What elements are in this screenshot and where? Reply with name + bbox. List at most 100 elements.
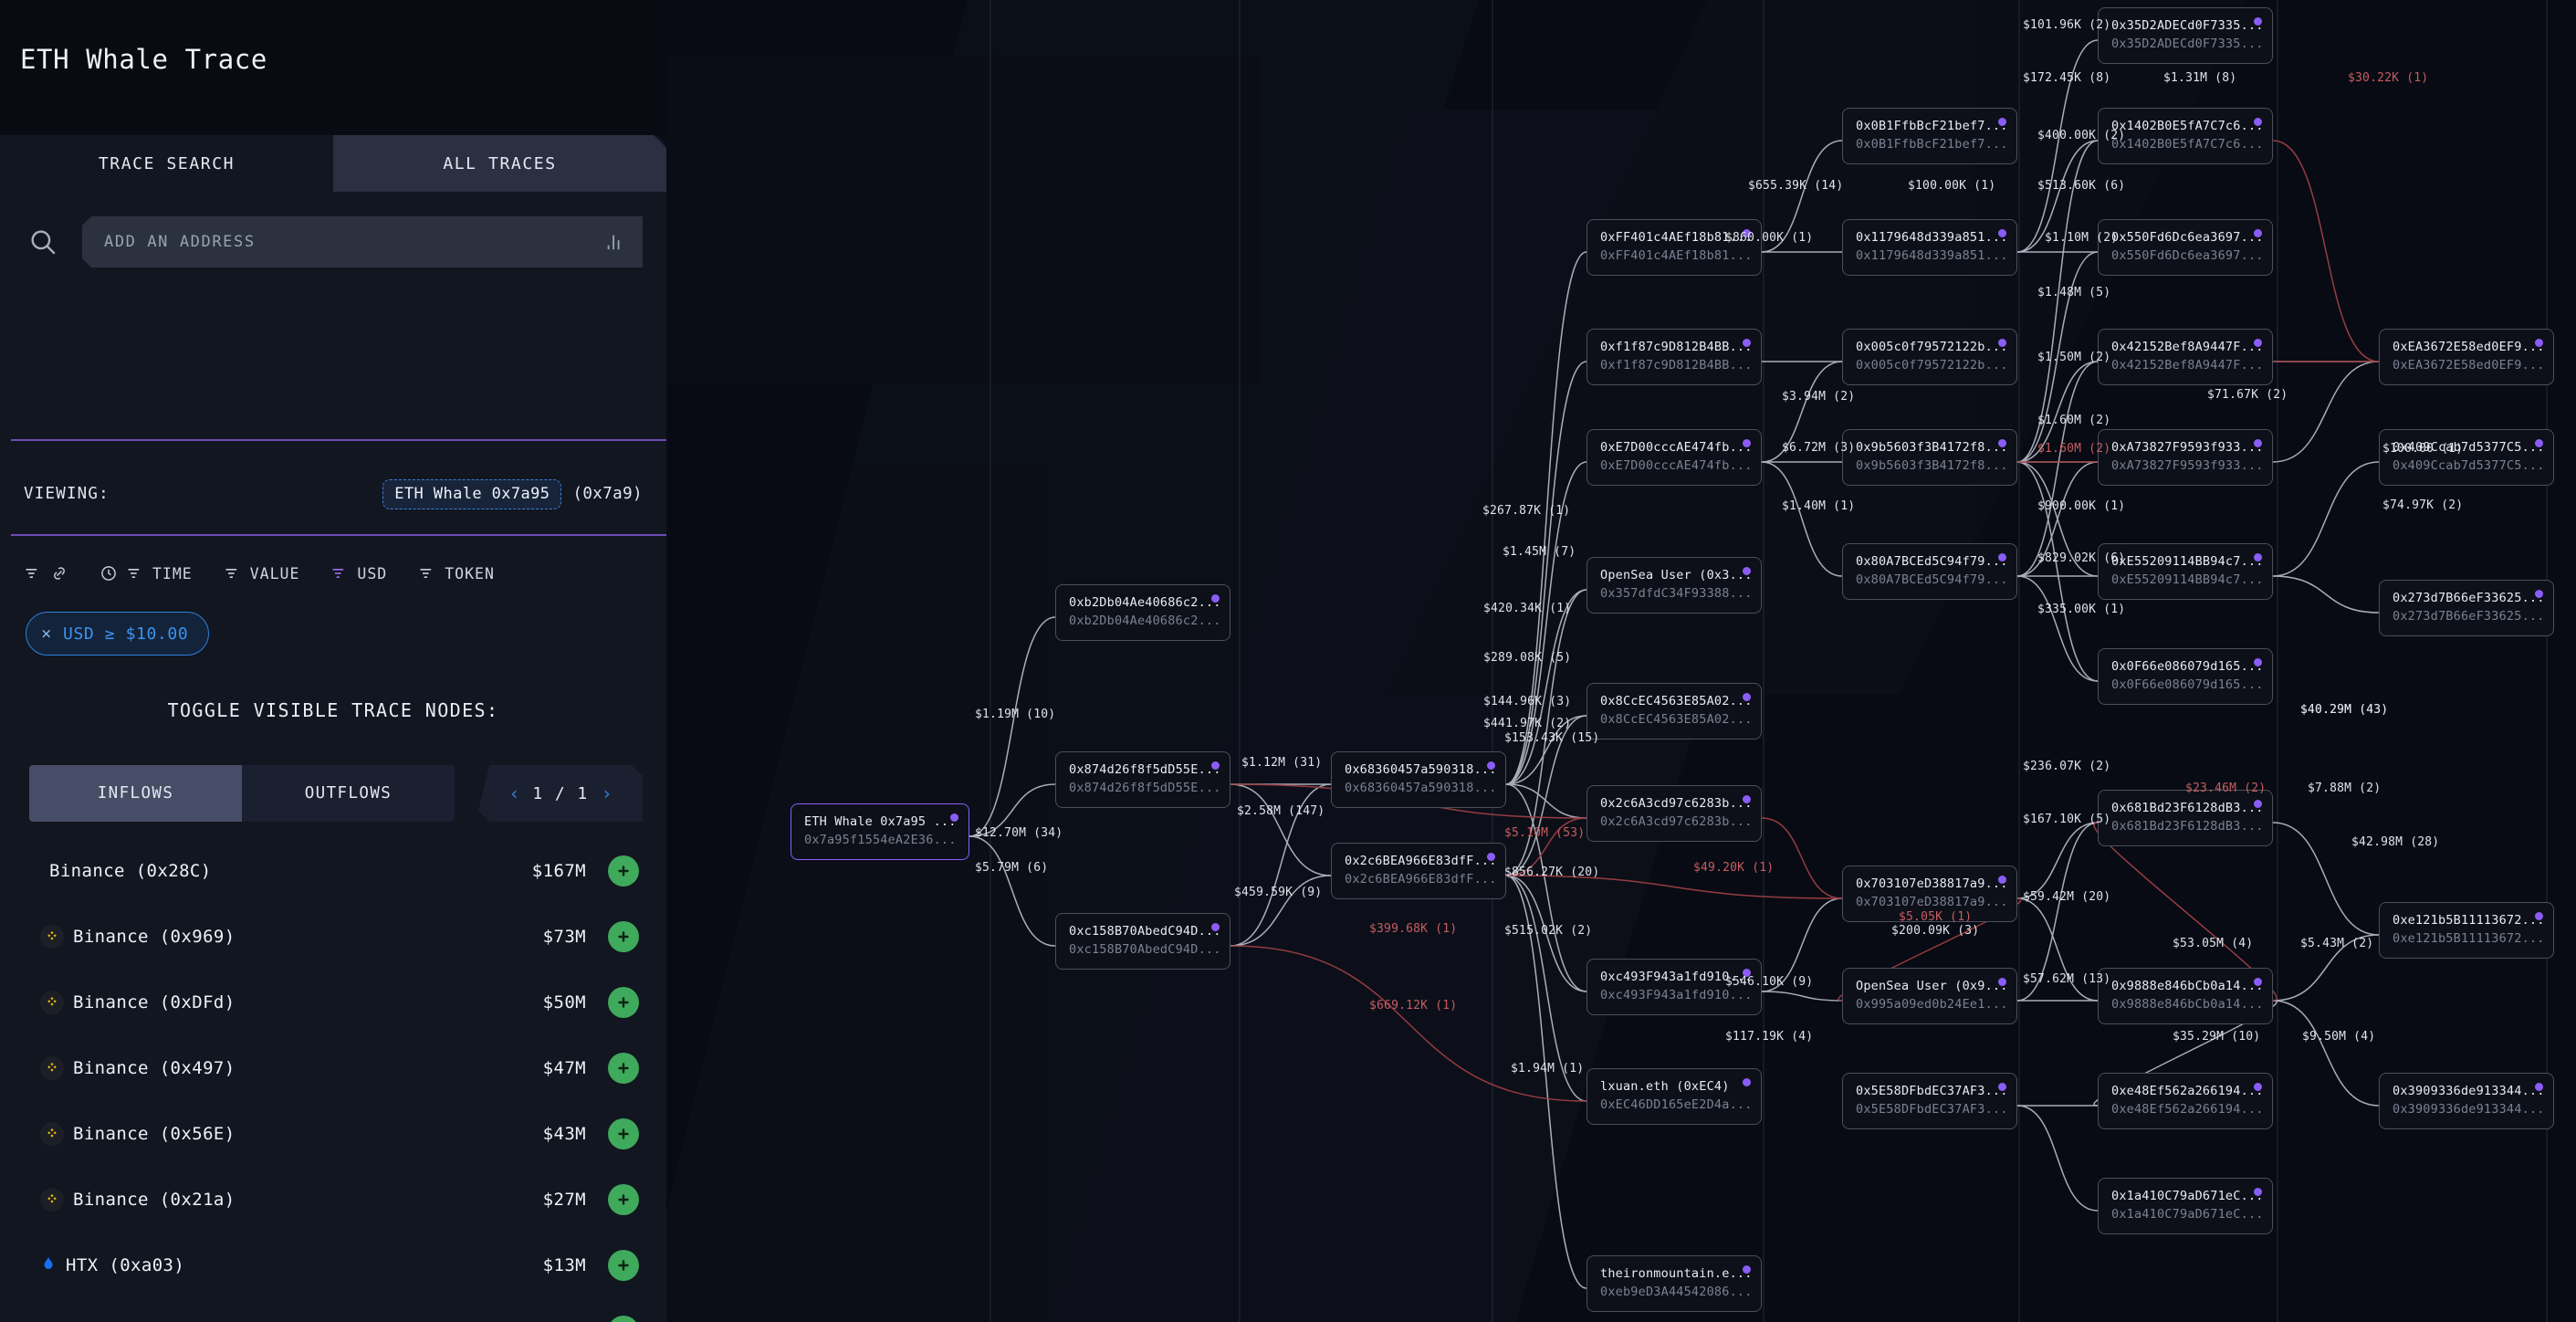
node-status-dot[interactable] [1998, 229, 2006, 237]
list-item[interactable]: Binance (0xDFd) $50M [0, 970, 666, 1035]
node-status-dot[interactable] [2254, 1083, 2262, 1091]
node-status-dot[interactable] [2254, 978, 2262, 986]
node-status-dot[interactable] [2254, 339, 2262, 347]
node-status-dot[interactable] [2254, 439, 2262, 447]
node-status-dot[interactable] [1211, 761, 1220, 770]
list-item[interactable]: Binance (0x21a) $27M [0, 1167, 666, 1233]
graph-node[interactable]: 0xb2Db04Ae40686c2... 0xb2Db04Ae40686c2... [1055, 584, 1230, 641]
node-status-dot[interactable] [1998, 978, 2006, 986]
graph-node[interactable]: lxuan.eth (0xEC4) 0xEC46DD165eE2D4a... [1586, 1068, 1762, 1125]
add-node-button[interactable] [608, 855, 639, 887]
node-status-dot[interactable] [1743, 795, 1751, 803]
graph-node[interactable]: 0x005c0f79572122b... 0x005c0f79572122b... [1842, 329, 2017, 385]
segment-outflows[interactable]: OUTFLOWS [242, 765, 455, 822]
list-item[interactable]: HTX (0xa03) $13M [0, 1233, 666, 1298]
node-status-dot[interactable] [2535, 339, 2543, 347]
graph-node[interactable]: theironmountain.e... 0xeb9eD3A44542086... [1586, 1255, 1762, 1312]
filter-link[interactable] [24, 564, 68, 582]
filter-chip-usd[interactable]: × USD ≥ $10.00 [26, 612, 210, 656]
add-node-button[interactable] [608, 921, 639, 952]
node-status-dot[interactable] [2535, 590, 2543, 598]
graph-node[interactable]: 0x80A7BCEd5C94f79... 0x80A7BCEd5C94f79... [1842, 543, 2017, 600]
add-node-button[interactable] [608, 1250, 639, 1281]
node-status-dot[interactable] [2254, 118, 2262, 126]
close-icon[interactable]: × [41, 624, 52, 644]
node-status-dot[interactable] [950, 813, 958, 822]
node-status-dot[interactable] [1743, 1265, 1751, 1274]
graph-node[interactable]: 0x1179648d339a851... 0x1179648d339a851... [1842, 219, 2017, 276]
graph-node[interactable]: OpenSea User (0x9... 0x995a09ed0b24Ee1... [1842, 968, 2017, 1024]
graph-node[interactable]: 0x681Bd23F6128dB3... 0x681Bd23F6128dB3... [2098, 790, 2273, 846]
chevron-right-icon[interactable]: › [602, 782, 613, 804]
graph-node[interactable]: 0x9888e846bCb0a14... 0x9888e846bCb0a14... [2098, 968, 2273, 1024]
graph-node[interactable]: 0x35D2ADECd0F7335... 0x35D2ADECd0F7335... [2098, 7, 2273, 64]
graph-node[interactable]: 0xf1f87c9D812B4BB... 0xf1f87c9D812B4BB... [1586, 329, 1762, 385]
node-status-dot[interactable] [1998, 553, 2006, 561]
tab-all-traces[interactable]: ALL TRACES [333, 135, 666, 192]
node-status-dot[interactable] [2254, 1188, 2262, 1196]
viewing-name[interactable]: ETH Whale 0x7a95 [382, 478, 562, 509]
node-status-dot[interactable] [2535, 912, 2543, 920]
node-status-dot[interactable] [1998, 439, 2006, 447]
add-node-button[interactable] [608, 1053, 639, 1084]
node-status-dot[interactable] [1487, 761, 1495, 770]
node-status-dot[interactable] [2535, 439, 2543, 447]
add-node-button[interactable] [608, 1184, 639, 1215]
graph-node[interactable]: 0xc158B70AbedC94D... 0xc158B70AbedC94D... [1055, 913, 1230, 970]
add-node-button[interactable] [608, 987, 639, 1018]
node-status-dot[interactable] [1743, 567, 1751, 575]
filter-usd[interactable]: USD [330, 564, 387, 582]
chevron-left-icon[interactable]: ‹ [508, 782, 519, 804]
add-node-button[interactable] [608, 1118, 639, 1149]
graph-node[interactable]: 0x874d26f8f5dD55E... 0x874d26f8f5dD55E... [1055, 751, 1230, 808]
node-status-dot[interactable] [2254, 800, 2262, 808]
node-status-dot[interactable] [2254, 553, 2262, 561]
node-status-dot[interactable] [1998, 876, 2006, 884]
graph-node[interactable]: 0xFF401c4AEf18b81... 0xFF401c4AEf18b81... [1586, 219, 1762, 276]
list-item[interactable]: 1inch: WethUnwrapper (0x08B)$8M [0, 1298, 666, 1322]
graph-node[interactable]: 0x0B1FfbBcF21bef7... 0x0B1FfbBcF21bef7... [1842, 108, 2017, 164]
list-item[interactable]: Binance (0x56E) $43M [0, 1101, 666, 1167]
node-status-dot[interactable] [1211, 923, 1220, 931]
node-status-dot[interactable] [1998, 118, 2006, 126]
graph-node[interactable]: 0x273d7B66eF33625... 0x273d7B66eF33625... [2379, 580, 2554, 636]
node-status-dot[interactable] [1998, 339, 2006, 347]
graph-node[interactable]: 0x8CcEC4563E85A02... 0x8CcEC4563E85A02... [1586, 683, 1762, 740]
graph-node[interactable]: 0x42152Bef8A9447F... 0x42152Bef8A9447F... [2098, 329, 2273, 385]
list-item[interactable]: Binance (0x969) $73M [0, 904, 666, 970]
graph-node[interactable]: 0x3909336de913344... 0x3909336de913344... [2379, 1073, 2554, 1129]
graph-node[interactable]: 0xe121b5B11113672... 0xe121b5B11113672... [2379, 902, 2554, 959]
graph-node[interactable]: 0x68360457a590318... 0x68360457a590318... [1331, 751, 1506, 808]
graph-node[interactable]: 0x2c6A3cd97c6283b... 0x2c6A3cd97c6283b... [1586, 785, 1762, 842]
graph-node[interactable]: 0x409Ccab7d5377C5... 0x409Ccab7d5377C5... [2379, 429, 2554, 486]
graph-node[interactable]: 0x550Fd6Dc6ea3697... 0x550Fd6Dc6ea3697... [2098, 219, 2273, 276]
graph-node[interactable]: 0x9b5603f3B4172f8... 0x9b5603f3B4172f8... [1842, 429, 2017, 486]
list-item[interactable]: Binance (0x497) $47M [0, 1035, 666, 1101]
filter-value[interactable]: VALUE [224, 564, 300, 582]
node-status-dot[interactable] [2254, 229, 2262, 237]
viewing-target[interactable]: ETH Whale 0x7a95 (0x7a9) [382, 478, 643, 509]
node-status-dot[interactable] [1487, 853, 1495, 861]
graph-node[interactable]: 0xEA3672E58ed0EF9... 0xEA3672E58ed0EF9... [2379, 329, 2554, 385]
graph-node[interactable]: 0xA73827F9593f933... 0xA73827F9593f933... [2098, 429, 2273, 486]
graph-node[interactable]: 0x5E58DFbdEC37AF3... 0x5E58DFbdEC37AF3... [1842, 1073, 2017, 1129]
node-status-dot[interactable] [1998, 1083, 2006, 1091]
graph-node[interactable]: 0x1a410C79aD671eC... 0x1a410C79aD671eC... [2098, 1178, 2273, 1234]
graph-node[interactable]: OpenSea User (0x3... 0x357dfdC34F93388... [1586, 557, 1762, 614]
graph-node[interactable]: 0x2c6BEA966E83dfF... 0x2c6BEA966E83dfF... [1331, 843, 1506, 899]
node-status-dot[interactable] [2254, 17, 2262, 26]
graph-node[interactable]: 0xE7D00cccAE474fb... 0xE7D00cccAE474fb... [1586, 429, 1762, 486]
graph-node[interactable]: ETH Whale 0x7a95 ... 0x7a95f1554eA2E36... [791, 803, 969, 860]
list-item[interactable]: Binance (0x28C) $167M [0, 838, 666, 904]
node-status-dot[interactable] [1743, 339, 1751, 347]
add-node-button[interactable] [608, 1316, 639, 1322]
search-box[interactable] [82, 216, 643, 268]
filter-time[interactable]: TIME [99, 564, 193, 582]
node-status-dot[interactable] [1743, 693, 1751, 701]
bar-chart-icon[interactable] [604, 232, 624, 256]
segment-inflows[interactable]: INFLOWS [29, 765, 242, 822]
graph-node[interactable]: 0x0F66e086079d165... 0x0F66e086079d165... [2098, 648, 2273, 705]
node-status-dot[interactable] [2254, 658, 2262, 666]
node-status-dot[interactable] [1743, 1078, 1751, 1086]
graph-node[interactable]: 0xe48Ef562a266194... 0xe48Ef562a266194... [2098, 1073, 2273, 1129]
